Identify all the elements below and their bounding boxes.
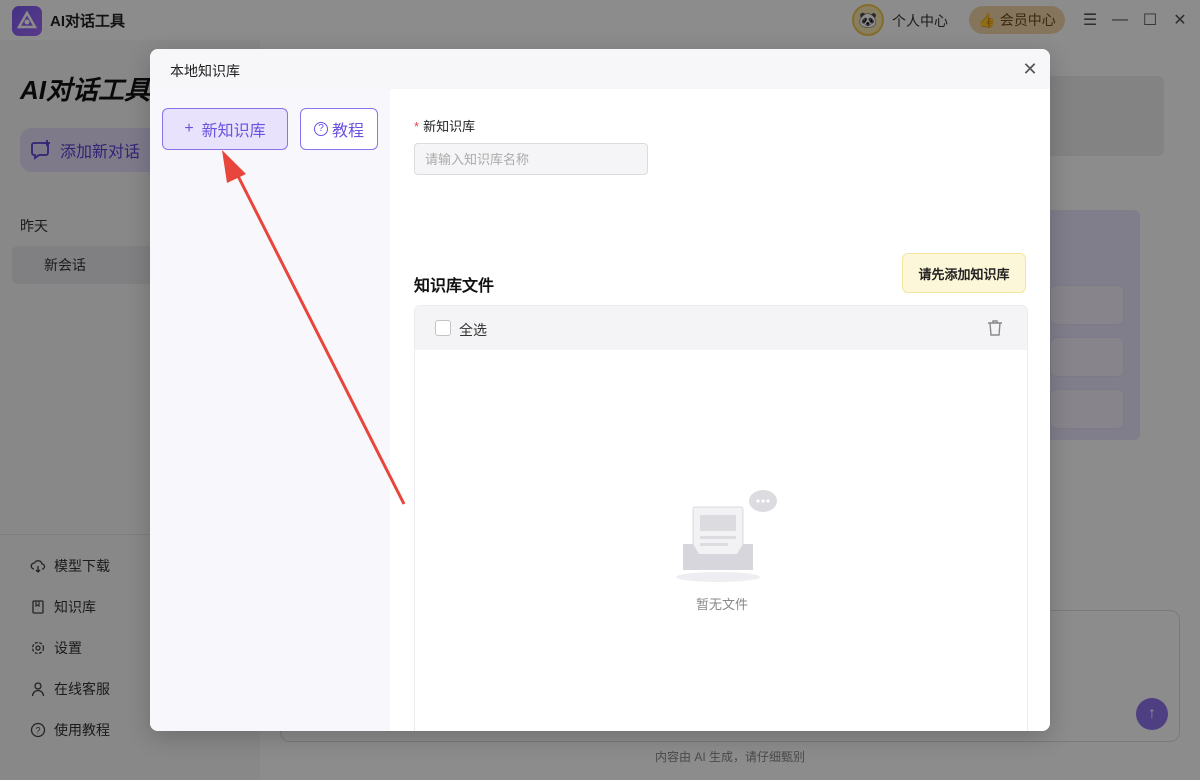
kb-files-title: 知识库文件 bbox=[414, 278, 495, 295]
new-kb-label: 新知识库 bbox=[201, 123, 266, 140]
knowledge-base-modal: 本地知识库 ✕ + 新知识库 ? 教程 *新知识库 知识库文件 请先添加知识库 … bbox=[150, 49, 1050, 731]
kb-detail-panel: *新知识库 知识库文件 请先添加知识库 全选 bbox=[390, 89, 1050, 731]
empty-inbox-icon bbox=[673, 482, 783, 582]
modal-header: 本地知识库 ✕ bbox=[150, 49, 1050, 89]
help-icon: ? bbox=[313, 122, 328, 136]
kb-name-label-text: 新知识库 bbox=[423, 119, 476, 134]
select-all-label: 全选 bbox=[459, 322, 487, 338]
plus-icon: + bbox=[184, 120, 194, 137]
new-kb-button[interactable]: + 新知识库 bbox=[162, 108, 288, 150]
add-kb-first-button[interactable]: 请先添加知识库 bbox=[902, 253, 1026, 293]
table-header: 全选 bbox=[415, 306, 1027, 350]
empty-state-text: 暂无文件 bbox=[695, 597, 748, 612]
kb-name-input[interactable] bbox=[414, 143, 648, 175]
close-icon[interactable]: ✕ bbox=[1020, 59, 1040, 79]
tutorial-label: 教程 bbox=[331, 123, 364, 140]
kb-list-panel: + 新知识库 ? 教程 bbox=[150, 89, 390, 731]
file-table: 全选 暂无文件 bbox=[414, 305, 1028, 731]
required-asterisk: * bbox=[414, 119, 420, 134]
trash-icon[interactable] bbox=[985, 318, 1005, 338]
modal-title: 本地知识库 bbox=[170, 63, 240, 79]
kb-name-label: * 新知识库 bbox=[414, 116, 475, 135]
select-all-checkbox[interactable] bbox=[435, 320, 451, 336]
tutorial-button[interactable]: ? 教程 bbox=[300, 108, 378, 150]
